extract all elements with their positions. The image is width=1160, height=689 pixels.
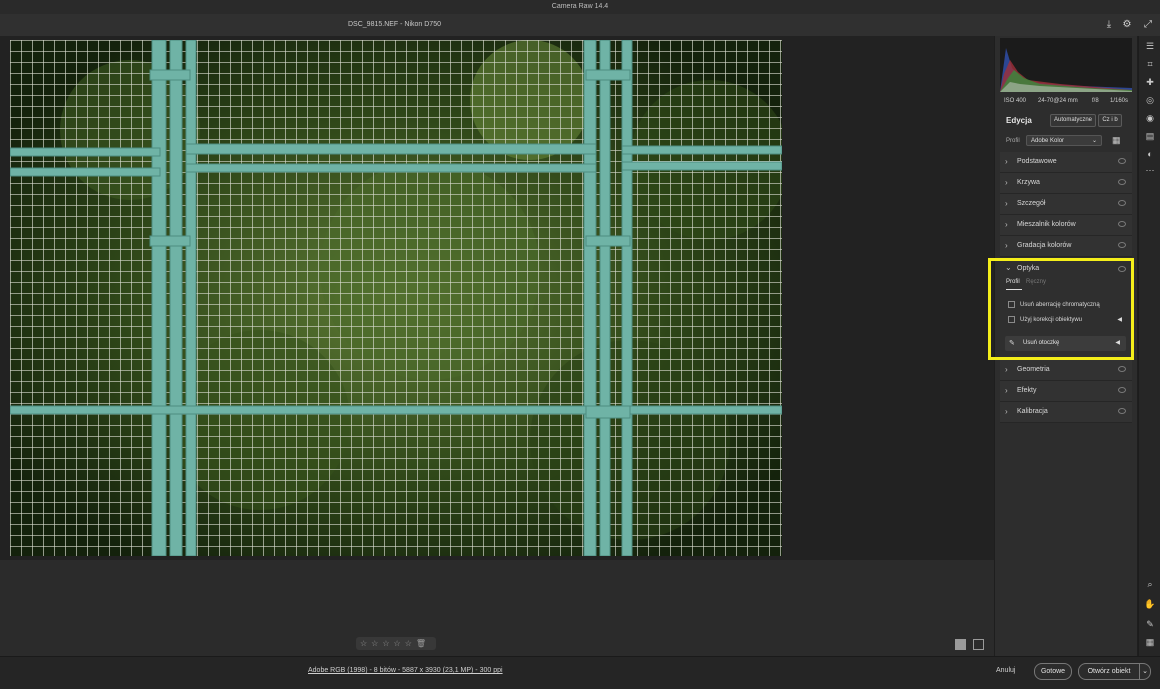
section-label: Geometria — [1017, 366, 1050, 373]
exif-info: ISO 400 24-70@24 mm f/8 1/160s — [1000, 96, 1132, 108]
done-button[interactable]: Gotowe — [1034, 663, 1072, 680]
compare-view-icon[interactable] — [973, 639, 984, 650]
section-label: Kalibracja — [1017, 408, 1048, 415]
exif-lens: 24-70@24 mm — [1038, 98, 1078, 104]
eye-icon[interactable] — [1118, 221, 1126, 227]
open-object-button[interactable]: Otwórz obiekt — [1078, 663, 1140, 680]
masking-icon[interactable]: ◎ — [1144, 94, 1156, 106]
eye-icon[interactable] — [1118, 242, 1126, 248]
title-bar: Camera Raw 14.4 — [0, 0, 1160, 15]
photo-preview[interactable] — [10, 40, 782, 556]
histogram — [1000, 38, 1132, 92]
fullscreen-icon[interactable]: ⤢ — [1142, 19, 1154, 31]
section-label: Efekty — [1017, 387, 1037, 394]
chevron-down-icon: ⌄ — [1091, 138, 1097, 144]
zoom-icon[interactable]: ⌕ — [1144, 578, 1156, 590]
profile-select-value: Adobe Kolor — [1031, 138, 1065, 144]
section-basic[interactable]: › Podstawowe — [1000, 152, 1132, 173]
file-info-link[interactable]: Adobe RGB (1998) - 8 bitów - 5887 x 3930… — [308, 667, 503, 674]
section-label: Gradacja kolorów — [1017, 242, 1072, 249]
eye-icon[interactable] — [1118, 366, 1126, 372]
trash-icon[interactable]: 🗑 — [416, 637, 426, 650]
hand-icon[interactable]: ✋ — [1144, 598, 1156, 610]
save-icon[interactable]: ⤓ — [1103, 19, 1115, 31]
chevron-right-icon: › — [1005, 407, 1008, 416]
section-detail[interactable]: › Szczegół — [1000, 194, 1132, 215]
star-5[interactable]: ☆ — [405, 637, 412, 650]
grid-icon[interactable]: ▦ — [1144, 636, 1156, 648]
section-label: Podstawowe — [1017, 158, 1057, 165]
cancel-button[interactable]: Anuluj — [996, 667, 1015, 674]
app-title: Camera Raw 14.4 — [551, 3, 609, 10]
file-name-label: DSC_9815.NEF - Nikon D750 — [348, 21, 441, 28]
profile-label: Profil — [1006, 138, 1020, 144]
redeye-icon[interactable]: ◉ — [1144, 112, 1156, 124]
chevron-right-icon: › — [1005, 178, 1008, 187]
snapshots-icon[interactable]: ▤ — [1144, 130, 1156, 142]
exif-iso: ISO 400 — [1004, 98, 1027, 104]
auto-button[interactable]: Automatyczne — [1050, 114, 1096, 127]
chevron-right-icon: › — [1005, 365, 1008, 374]
bottom-bar: Adobe RGB (1998) - 8 bitów - 5887 x 3930… — [0, 656, 1160, 689]
filmstrip-area — [0, 560, 994, 656]
chevron-right-icon: › — [1005, 386, 1008, 395]
star-3[interactable]: ☆ — [382, 637, 389, 650]
highlight-box — [988, 258, 1134, 360]
section-effects[interactable]: › Efekty — [1000, 381, 1132, 402]
section-label: Krzywa — [1017, 179, 1040, 186]
section-curve[interactable]: › Krzywa — [1000, 173, 1132, 194]
eye-icon[interactable] — [1118, 200, 1126, 206]
eye-icon[interactable] — [1118, 158, 1126, 164]
single-view-icon[interactable] — [955, 639, 966, 650]
eye-icon[interactable] — [1118, 408, 1126, 414]
star-2[interactable]: ☆ — [371, 637, 378, 650]
exif-shutter: 1/160s — [1110, 98, 1129, 104]
profile-select[interactable]: Adobe Kolor ⌄ — [1026, 135, 1102, 146]
open-options-chevron[interactable]: ⌄ — [1139, 663, 1151, 680]
chevron-right-icon: › — [1005, 199, 1008, 208]
chevron-right-icon: › — [1005, 241, 1008, 250]
file-bar: DSC_9815.NEF - Nikon D750 ⤓ ⚙ ⤢ — [0, 14, 1160, 36]
chevron-right-icon: › — [1005, 157, 1008, 166]
eye-icon[interactable] — [1118, 179, 1126, 185]
section-color-mixer[interactable]: › Mieszalnik kolorów — [1000, 215, 1132, 236]
color-sampler-icon[interactable]: ✎ — [1144, 618, 1156, 630]
exif-aperture: f/8 — [1092, 98, 1099, 104]
rating-bar: ☆ ☆ ☆ ☆ ☆ 🗑 — [356, 637, 436, 650]
section-label: Mieszalnik kolorów — [1017, 221, 1076, 228]
presets-icon[interactable]: ◐ — [1144, 148, 1156, 160]
star-1[interactable]: ☆ — [360, 637, 367, 650]
gear-icon[interactable]: ⚙ — [1121, 19, 1133, 31]
section-geometry[interactable]: › Geometria — [1000, 360, 1132, 381]
crop-icon[interactable]: ⌗ — [1144, 58, 1156, 70]
section-color-grading[interactable]: › Gradacja kolorów — [1000, 236, 1132, 257]
chevron-right-icon: › — [1005, 220, 1008, 229]
healing-icon[interactable]: ✚ — [1144, 76, 1156, 88]
eye-icon[interactable] — [1118, 387, 1126, 393]
star-4[interactable]: ☆ — [394, 637, 401, 650]
section-label: Szczegół — [1017, 200, 1046, 207]
tool-strip: ☰ ⌗ ✚ ◎ ◉ ▤ ◐ ⋯ ⌕ ✋ ✎ ▦ — [1138, 36, 1160, 656]
profile-browser-icon[interactable]: ▦ — [1112, 136, 1121, 145]
bw-button[interactable]: Cz i b — [1098, 114, 1122, 127]
more-icon[interactable]: ⋯ — [1144, 164, 1156, 176]
edit-title: Edycja — [1006, 116, 1032, 125]
edit-sliders-icon[interactable]: ☰ — [1144, 40, 1156, 52]
section-calibration[interactable]: › Kalibracja — [1000, 402, 1132, 423]
